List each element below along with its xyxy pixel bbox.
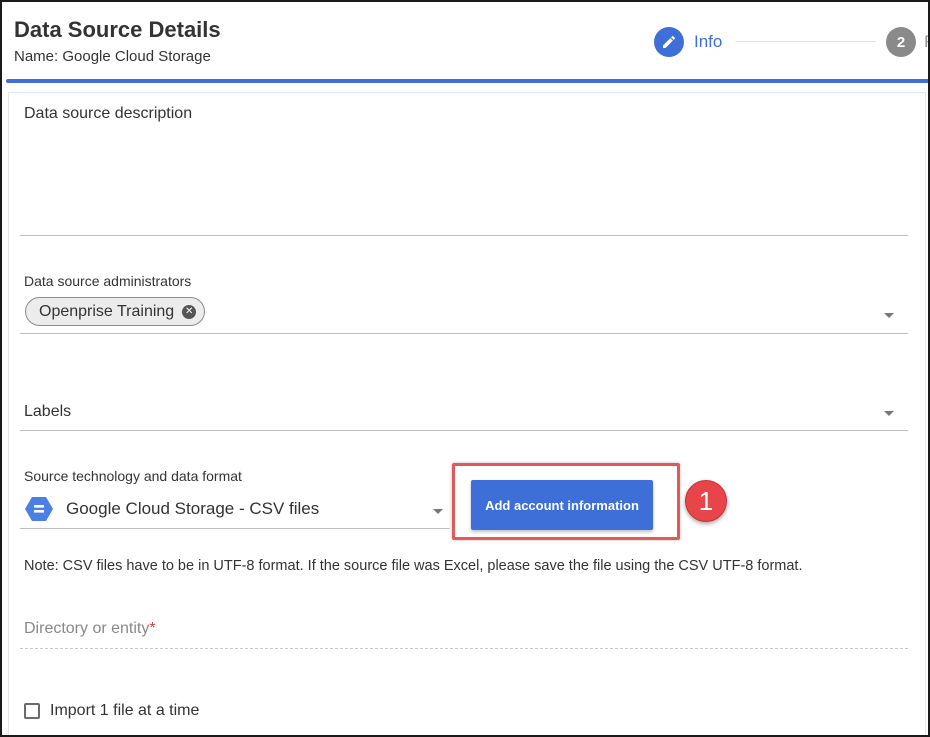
step-2-label[interactable]: P xyxy=(924,32,928,52)
source-technology-select[interactable]: Google Cloud Storage - CSV files xyxy=(66,499,319,519)
directory-label: Directory or entity xyxy=(24,620,150,637)
admins-underline xyxy=(20,333,908,334)
directory-underline xyxy=(20,648,908,649)
step-connector xyxy=(736,41,876,42)
source-underline xyxy=(20,528,450,529)
source-technology-label: Source technology and data format xyxy=(24,468,242,484)
add-account-information-button[interactable]: Add account information xyxy=(471,480,653,530)
import-one-file-label[interactable]: Import 1 file at a time xyxy=(50,702,199,720)
step-1-indicator[interactable] xyxy=(654,27,684,57)
page-header: Data Source Details Name: Google Cloud S… xyxy=(2,2,928,82)
page-subtitle: Name: Google Cloud Storage xyxy=(14,48,211,65)
description-field[interactable]: Data source description xyxy=(24,105,192,123)
step-1-label[interactable]: Info xyxy=(694,32,722,52)
app-window: Data Source Details Name: Google Cloud S… xyxy=(0,0,930,737)
labels-dropdown-arrow-icon[interactable] xyxy=(884,411,894,416)
description-underline xyxy=(20,235,908,236)
csv-format-note: Note: CSV files have to be in UTF-8 form… xyxy=(24,558,803,574)
import-one-file-checkbox[interactable] xyxy=(24,703,40,719)
labels-underline xyxy=(20,430,908,431)
annotation-callout-badge: 1 xyxy=(685,480,727,522)
google-cloud-storage-icon xyxy=(25,497,53,521)
admin-chip[interactable]: Openprise Training ✕ xyxy=(25,297,206,326)
required-marker: * xyxy=(149,620,156,637)
form-card xyxy=(8,92,926,735)
header-accent-bar xyxy=(6,79,928,83)
page-title: Data Source Details xyxy=(14,17,221,42)
directory-field[interactable]: Directory or entity* xyxy=(24,620,156,638)
import-one-file-row[interactable]: Import 1 file at a time xyxy=(24,702,199,720)
admins-label: Data source administrators xyxy=(24,273,192,289)
admins-dropdown-arrow-icon[interactable] xyxy=(884,313,894,318)
source-dropdown-arrow-icon[interactable] xyxy=(433,509,443,514)
step-2-indicator[interactable]: 2 xyxy=(886,27,916,57)
pencil-icon xyxy=(663,35,676,48)
chip-remove-icon[interactable]: ✕ xyxy=(182,304,197,319)
labels-select[interactable]: Labels xyxy=(24,403,71,421)
admin-chip-label: Openprise Training xyxy=(39,302,175,320)
